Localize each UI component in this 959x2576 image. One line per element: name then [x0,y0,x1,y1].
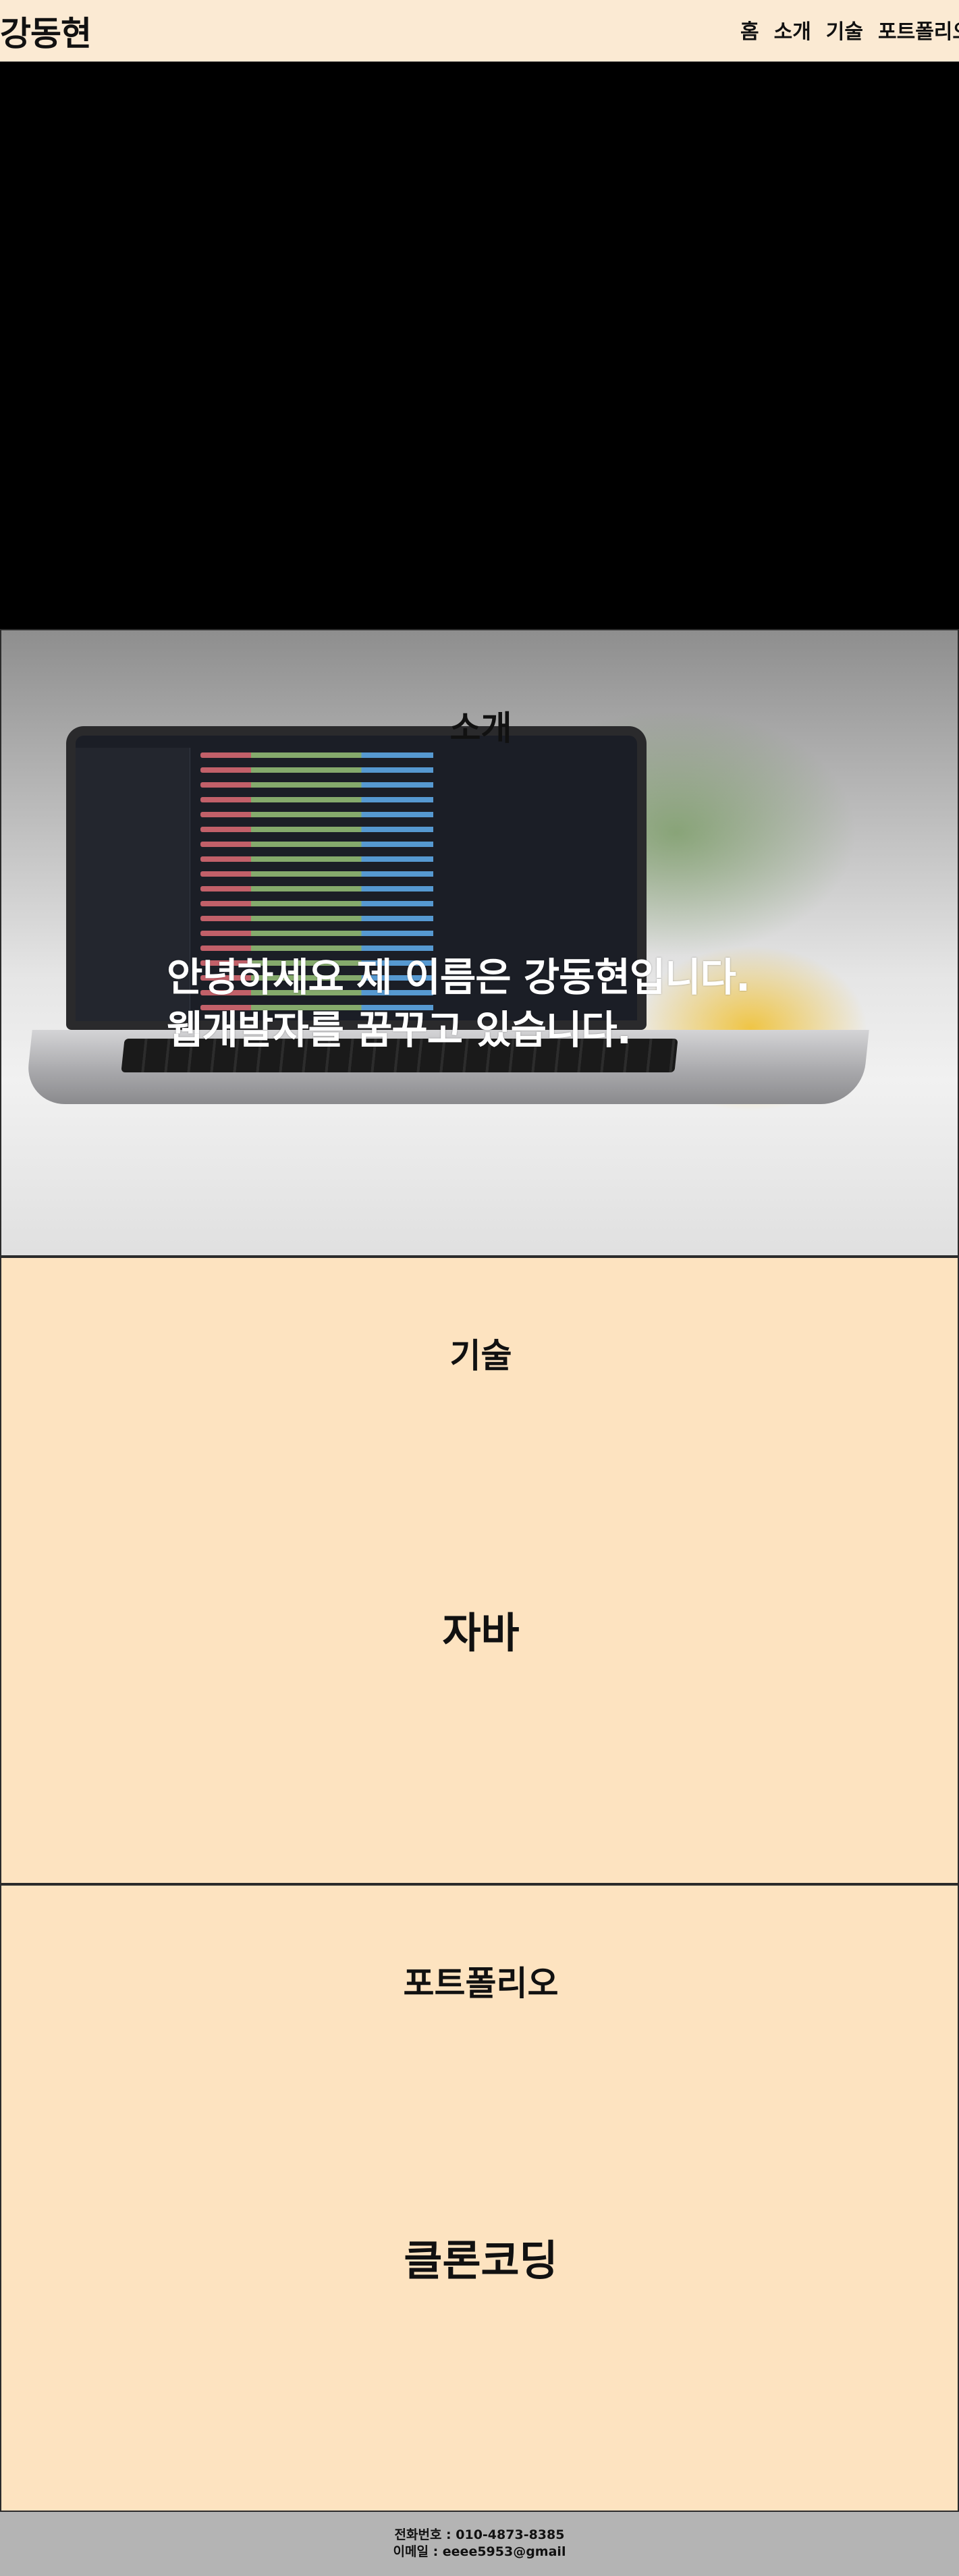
intro-text: 안녕하세요 제 이름은 강동현입니다. 웹개발자를 꿈꾸고 있습니다. [167,951,842,1056]
site-logo[interactable]: 강동현 [0,7,92,55]
skills-section: 기술 자바 [0,1257,959,1884]
intro-line-2: 웹개발자를 꿈꾸고 있습니다. [167,1007,632,1053]
intro-line-1: 안녕하세요 제 이름은 강동현입니다. [167,954,750,1000]
main-nav: 홈 소개 기술 포트폴리오 [740,15,959,45]
nav-item-portfolio[interactable]: 포트폴리오 [878,15,959,45]
portfolio-section: 포트폴리오 클론코딩 [0,1884,959,2512]
about-title: 소개 [449,709,512,748]
portfolio-title: 포트폴리오 [403,1964,559,2003]
site-footer: 전화번호 : 010-4873-8385 이메일 : eeee5953@gmai… [0,2512,959,2576]
skill-item: 자바 [442,1608,520,1657]
nav-item-home[interactable]: 홈 [740,15,759,45]
portfolio-item[interactable]: 클론코딩 [1,2226,959,2287]
site-header: 강동현 홈 소개 기술 포트폴리오 [0,0,959,62]
footer-email: 이메일 : eeee5953@gmail [393,2544,566,2559]
hero-section [0,62,959,629]
nav-item-skills[interactable]: 기술 [826,15,863,45]
about-section: 소개 안녕하세요 제 이름은 강동현입니다. 웹개발자를 꿈꾸고 있습니다. [0,629,959,1257]
nav-item-about[interactable]: 소개 [774,15,811,45]
footer-phone: 전화번호 : 010-4873-8385 [394,2527,565,2542]
skills-title: 기술 [449,1336,512,1375]
